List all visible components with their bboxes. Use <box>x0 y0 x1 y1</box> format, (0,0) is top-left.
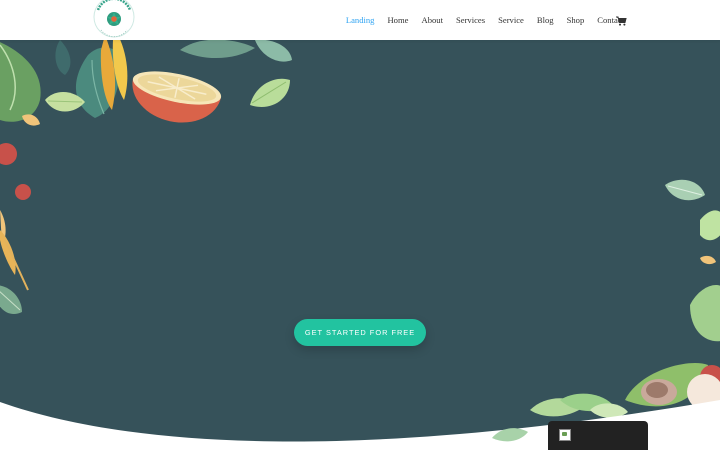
nav-item-service[interactable]: Service <box>498 14 524 26</box>
main-nav: Landing Home About Services Service Blog… <box>333 14 624 26</box>
nav-item-about[interactable]: About <box>421 14 442 26</box>
chat-widget[interactable] <box>548 421 648 450</box>
nav-item-home[interactable]: Home <box>387 14 408 26</box>
broken-image-icon <box>559 429 571 441</box>
site-header: Landing Home About Services Service Blog… <box>0 0 720 40</box>
get-started-button[interactable]: GET STARTED FOR FREE <box>294 319 426 346</box>
nav-item-landing[interactable]: Landing <box>346 14 375 26</box>
hero-section: GET STARTED FOR FREE <box>0 40 720 450</box>
nav-item-shop[interactable]: Shop <box>567 14 585 26</box>
hero-illustration <box>0 40 720 450</box>
cart-icon[interactable] <box>615 14 627 26</box>
site-logo[interactable] <box>91 0 137 40</box>
nav-item-services[interactable]: Services <box>456 14 485 26</box>
nav-item-blog[interactable]: Blog <box>537 14 554 26</box>
